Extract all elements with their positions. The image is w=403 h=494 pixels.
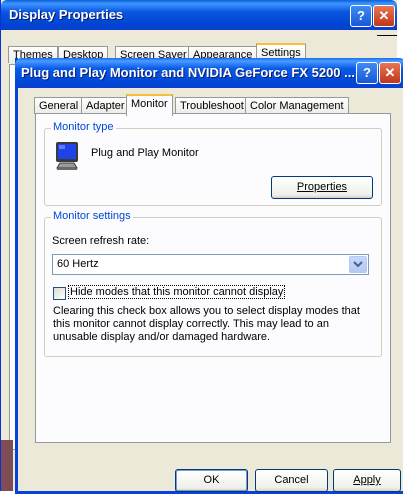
apply-button-label: Apply: [353, 474, 381, 486]
properties-button[interactable]: Properties: [271, 176, 373, 199]
tab-color-management[interactable]: Color Management: [245, 97, 349, 114]
close-icon[interactable]: ✕: [379, 62, 401, 84]
refresh-rate-label: Screen refresh rate:: [52, 235, 150, 247]
hide-modes-description: Clearing this check box allows you to se…: [53, 305, 360, 343]
hide-modes-checkbox[interactable]: [53, 287, 66, 300]
divider: [377, 35, 397, 36]
monitor-name: Plug and Play Monitor: [91, 147, 199, 159]
monitor-type-group-label: Monitor type: [51, 121, 116, 133]
help-icon[interactable]: ?: [356, 62, 378, 84]
close-icon[interactable]: ✕: [373, 5, 395, 27]
monitor-type-group: Monitor type Plug and Play Monitor Prope…: [44, 121, 382, 206]
display-properties-title: Display Properties: [9, 7, 124, 22]
ok-button[interactable]: OK: [175, 469, 248, 492]
properties-button-label: Properties: [296, 181, 348, 193]
hide-modes-label[interactable]: Hide modes that this monitor cannot disp…: [67, 285, 286, 299]
chevron-down-icon[interactable]: [349, 256, 367, 273]
tab-adapter[interactable]: Adapter: [81, 97, 130, 114]
dialog-title: Plug and Play Monitor and NVIDIA GeForce…: [21, 65, 355, 80]
monitor-settings-group-label: Monitor settings: [51, 210, 133, 222]
help-icon[interactable]: ?: [350, 5, 372, 27]
monitor-properties-dialog: Plug and Play Monitor and NVIDIA GeForce…: [15, 58, 403, 494]
refresh-rate-value: 60 Hertz: [57, 258, 99, 270]
dialog-titlebar[interactable]: Plug and Play Monitor and NVIDIA GeForce…: [15, 58, 403, 88]
display-properties-titlebar[interactable]: Display Properties ? ✕: [1, 0, 397, 30]
desktop-background-strip: [1, 440, 13, 491]
cancel-button[interactable]: Cancel: [255, 469, 328, 492]
monitor-tab-panel: Monitor type Plug and Play Monitor Prope…: [35, 113, 391, 443]
apply-button[interactable]: Apply: [333, 469, 401, 492]
tab-general[interactable]: General: [34, 97, 84, 114]
tab-monitor[interactable]: Monitor: [126, 94, 173, 116]
tab-troubleshoot[interactable]: Troubleshoot: [175, 97, 249, 114]
crt-monitor-icon: [56, 142, 78, 170]
monitor-settings-group: Monitor settings Screen refresh rate: 60…: [44, 210, 382, 357]
refresh-rate-select[interactable]: 60 Hertz: [52, 254, 369, 275]
